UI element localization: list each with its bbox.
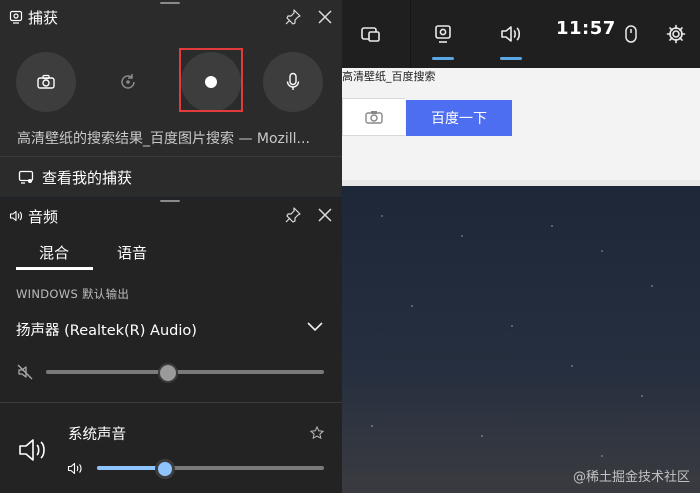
active-indicator bbox=[500, 57, 522, 60]
panel-title: 音频 bbox=[28, 208, 59, 226]
close-icon[interactable] bbox=[316, 206, 334, 224]
audio-widget-button[interactable] bbox=[482, 0, 540, 68]
view-captures-label: 查看我的捕获 bbox=[42, 168, 133, 187]
audio-panel: 音频 混合 语音 WINDOWS 默认输出 扬声器 (Realtek(R) Au… bbox=[0, 198, 342, 493]
mouse-button[interactable] bbox=[604, 0, 658, 68]
tab-voice[interactable]: 语音 bbox=[117, 242, 147, 263]
speaker-icon bbox=[501, 26, 521, 42]
divider bbox=[0, 156, 342, 157]
game-bar-divider bbox=[410, 0, 411, 68]
close-icon[interactable] bbox=[316, 8, 334, 26]
capture-header: 捕获 bbox=[0, 0, 342, 36]
settings-button[interactable] bbox=[652, 0, 700, 68]
tab-mix[interactable]: 混合 bbox=[39, 242, 69, 263]
capture-panel: 捕获 高清壁纸的搜索结果_百度图片搜索 — Mozill... 查看我的捕获 bbox=[0, 0, 342, 197]
record-highlight-box bbox=[179, 48, 243, 112]
tab-active-underline bbox=[16, 267, 93, 270]
camera-icon bbox=[365, 111, 383, 124]
wallpaper-image: @稀土掘金技术社区 bbox=[342, 186, 700, 493]
audio-header: 音频 bbox=[0, 198, 342, 234]
speaker-muted-icon[interactable] bbox=[16, 363, 34, 381]
widget-icon bbox=[361, 27, 380, 42]
record-last-icon bbox=[121, 74, 135, 89]
mouse-icon bbox=[625, 25, 637, 43]
view-captures-link[interactable]: 查看我的捕获 bbox=[18, 166, 132, 188]
device-volume-track[interactable] bbox=[46, 370, 324, 374]
gear-icon bbox=[666, 24, 686, 44]
browser-page: 高清壁纸_百度搜索 百度一下 bbox=[342, 68, 700, 186]
watermark: @稀土掘金技术社区 bbox=[572, 470, 690, 485]
capture-widget-button[interactable] bbox=[414, 0, 472, 68]
game-bar-top: 11:57 bbox=[342, 0, 700, 68]
app-name-system-sounds: 系统声音 bbox=[68, 427, 126, 443]
panel-title: 捕获 bbox=[28, 9, 59, 27]
gallery-icon bbox=[18, 170, 34, 184]
speaker-icon bbox=[9, 210, 23, 222]
system-volume-thumb[interactable] bbox=[155, 459, 176, 479]
speaker-icon bbox=[19, 439, 45, 461]
screenshot-button[interactable] bbox=[16, 52, 76, 112]
microphone-button[interactable] bbox=[263, 52, 323, 112]
star-icon[interactable] bbox=[310, 426, 324, 440]
camera-icon bbox=[37, 74, 55, 89]
pin-icon[interactable] bbox=[284, 206, 302, 224]
output-section-label: WINDOWS 默认输出 bbox=[16, 287, 130, 301]
capture-icon bbox=[435, 25, 451, 43]
captured-window-title: 高清壁纸的搜索结果_百度图片搜索 — Mozill... bbox=[17, 131, 310, 147]
widget-menu-button[interactable] bbox=[342, 0, 400, 68]
output-device-select[interactable]: 扬声器 (Realtek(R) Audio) bbox=[16, 319, 197, 340]
search-submit-button[interactable]: 百度一下 bbox=[406, 100, 512, 136]
divider bbox=[0, 402, 342, 403]
browser-tab-title[interactable]: 高清壁纸_百度搜索 bbox=[342, 68, 436, 84]
device-volume-thumb[interactable] bbox=[158, 363, 179, 383]
speaker-icon[interactable] bbox=[67, 462, 83, 475]
record-last-button[interactable] bbox=[98, 52, 158, 112]
chevron-down-icon[interactable] bbox=[306, 320, 324, 334]
camera-search-button[interactable] bbox=[342, 98, 405, 136]
microphone-icon bbox=[286, 72, 300, 90]
active-indicator bbox=[432, 57, 454, 60]
pin-icon[interactable] bbox=[284, 8, 302, 26]
capture-icon bbox=[9, 10, 23, 24]
